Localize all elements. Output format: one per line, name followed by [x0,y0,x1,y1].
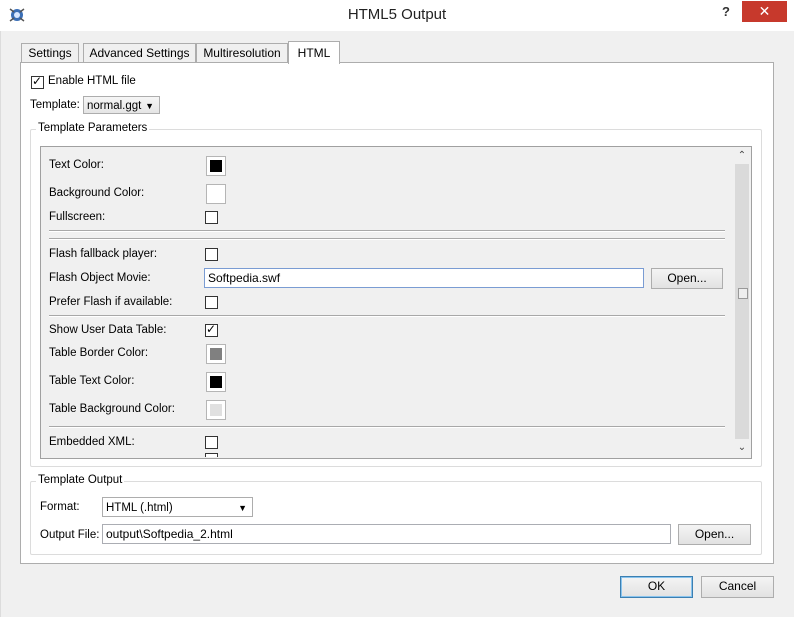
text-color-fill [210,160,222,172]
template-output-title: Template Output [36,474,125,486]
separator [49,426,725,428]
chevron-down-icon: ▼ [145,101,154,111]
scroll-up-icon[interactable]: ⌃ [734,148,750,164]
window-title: HTML5 Output [347,6,447,23]
text-color-swatch[interactable] [206,156,226,176]
ok-button[interactable]: OK [620,576,693,598]
flash-fallback-checkbox[interactable] [205,248,218,261]
flash-fallback-label: Flash fallback player: [49,248,158,260]
format-label: Format: [40,501,80,513]
table-bg-color-swatch[interactable] [206,400,226,420]
partial-checkbox[interactable] [205,453,218,457]
format-select[interactable]: HTML (.html) ▼ [102,497,253,517]
scrollbar-thumb[interactable] [735,164,749,439]
help-button[interactable]: ? [716,4,736,24]
output-file-label: Output File: [40,529,100,541]
table-border-color-swatch[interactable] [206,344,226,364]
chevron-down-icon: ▼ [238,503,247,513]
tab-multiresolution[interactable]: Multiresolution [196,43,288,63]
tab-html[interactable]: HTML [288,41,340,64]
tab-settings[interactable]: Settings [21,43,79,63]
background-color-swatch[interactable] [206,184,226,204]
separator [49,230,725,232]
separator [49,238,725,240]
template-value: normal.ggt [87,100,142,112]
table-border-color-label: Table Border Color: [49,347,149,359]
scroll-down-icon[interactable]: ⌄ [734,440,750,456]
prefer-flash-label: Prefer Flash if available: [49,296,173,308]
template-parameters-title: Template Parameters [36,122,150,134]
tab-advanced-settings[interactable]: Advanced Settings [83,43,196,63]
close-button[interactable]: ✕ [742,1,787,22]
prefer-flash-checkbox[interactable] [205,296,218,309]
flash-movie-input[interactable]: Softpedia.swf [204,268,644,288]
text-color-label: Text Color: [49,159,104,171]
background-color-label: Background Color: [49,187,145,199]
flash-movie-open-button[interactable]: Open... [651,268,723,289]
table-text-color-swatch[interactable] [206,372,226,392]
table-border-color-fill [210,348,222,360]
template-label: Template: [30,99,80,111]
fullscreen-label: Fullscreen: [49,211,106,223]
table-text-color-label: Table Text Color: [49,375,135,387]
format-value: HTML (.html) [106,502,173,514]
cancel-button[interactable]: Cancel [701,576,774,598]
embedded-xml-checkbox[interactable] [205,436,218,449]
scroll-grip [738,288,748,299]
table-bg-color-fill [210,404,222,416]
template-select[interactable]: normal.ggt ▼ [83,96,160,114]
fullscreen-checkbox[interactable] [205,211,218,224]
output-file-open-button[interactable]: Open... [678,524,751,545]
table-text-color-fill [210,376,222,388]
show-table-label: Show User Data Table: [49,324,167,336]
enable-html-label: Enable HTML file [48,75,136,87]
enable-html-checkbox[interactable] [31,74,44,89]
window-frame [0,31,1,617]
separator [49,315,725,317]
table-bg-color-label: Table Background Color: [49,403,175,415]
flash-movie-label: Flash Object Movie: [49,272,151,284]
output-file-input[interactable]: output\Softpedia_2.html [102,524,671,544]
show-table-checkbox[interactable] [205,322,218,337]
embedded-xml-label: Embedded XML: [49,436,135,448]
